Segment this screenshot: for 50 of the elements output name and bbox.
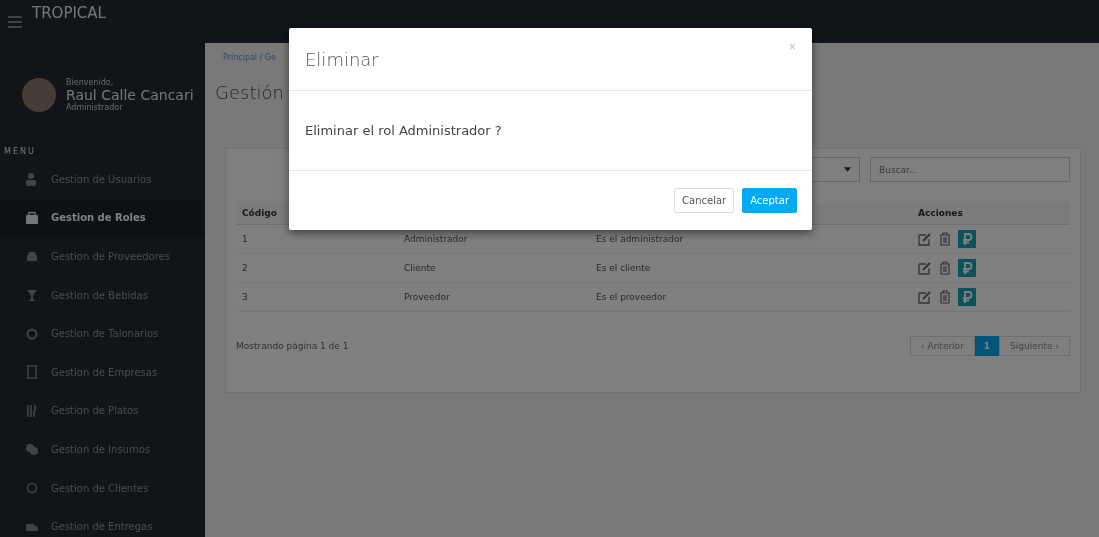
avatar — [22, 78, 56, 112]
trash-icon[interactable] — [938, 261, 952, 275]
table-cell: 3 — [242, 292, 248, 302]
table-cell: 2 — [242, 263, 248, 273]
table-cell: Proveedor — [404, 292, 450, 302]
glass-icon — [25, 288, 39, 303]
boxes-icon — [25, 442, 39, 457]
cutlery-icon — [25, 403, 39, 418]
user-name: Raul Calle Cancari — [66, 87, 194, 103]
accept-button[interactable]: Aceptar — [742, 188, 797, 213]
currency-icon — [960, 261, 974, 275]
table-cell: Es el proveedor — [596, 292, 667, 302]
circle-icon — [25, 481, 39, 496]
column-header[interactable]: Acciones — [918, 208, 963, 218]
users-icon — [25, 172, 39, 187]
menu-icon[interactable] — [8, 15, 22, 28]
table-cell: Cliente — [404, 263, 436, 273]
currency-icon — [960, 290, 974, 304]
column-header[interactable]: Código — [242, 208, 277, 218]
close-button[interactable]: × — [789, 40, 796, 54]
page-link[interactable]: 1 — [974, 336, 1000, 356]
payment-button[interactable] — [958, 230, 976, 248]
edit-icon[interactable] — [918, 232, 932, 246]
pagination-info: Mostrando página 1 de 1 — [236, 341, 349, 351]
pagination-link[interactable]: ‹ Anterior — [910, 336, 975, 356]
modal-message: Eliminar el rol Administrador ? — [305, 123, 502, 138]
pagination-link[interactable]: Siguiente › — [999, 336, 1070, 356]
table-cell: Es el administrador — [596, 234, 684, 244]
briefcase-icon — [25, 210, 39, 225]
modal-title: Eliminar — [305, 48, 379, 70]
brand-name: TROPICAL — [32, 4, 106, 22]
currency-icon — [960, 232, 974, 246]
table-cell: Administrador — [404, 234, 468, 244]
sidebar-item[interactable]: Gestion de Roles — [0, 198, 205, 238]
building-icon — [25, 365, 39, 380]
search-field[interactable]: Buscar... — [870, 157, 1070, 182]
user-role: Administrador — [66, 103, 124, 112]
trash-icon[interactable] — [938, 232, 952, 246]
edit-icon[interactable] — [918, 261, 932, 275]
cancel-button[interactable]: Cancelar — [674, 188, 735, 213]
greeting-text: Bienvenido, — [66, 78, 115, 87]
payment-button[interactable] — [958, 259, 976, 277]
payment-button[interactable] — [958, 288, 976, 306]
menu-heading: MENU — [3, 146, 37, 158]
edit-icon[interactable] — [918, 290, 932, 304]
trash-icon[interactable] — [938, 290, 952, 304]
page-title: Gestión — [215, 82, 285, 103]
table-cell: 1 — [242, 234, 248, 244]
caret-icon — [844, 167, 851, 172]
table-cell: Es el cliente — [596, 263, 651, 273]
